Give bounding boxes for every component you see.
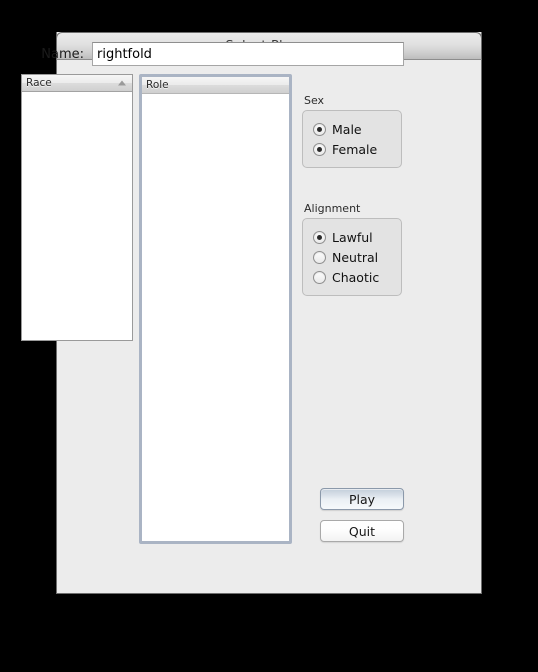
sex-group-box: Male Female bbox=[302, 110, 402, 168]
radio-chaotic-label: Chaotic bbox=[332, 269, 380, 285]
quit-button[interactable]: Quit bbox=[320, 520, 404, 542]
radio-neutral-icon[interactable] bbox=[313, 250, 326, 264]
radio-option-neutral[interactable]: Neutral bbox=[313, 247, 391, 267]
radio-lawful-label: Lawful bbox=[332, 229, 373, 245]
alignment-group-box: Lawful Neutral Chaotic bbox=[302, 218, 402, 296]
radio-female-label: Female bbox=[332, 141, 378, 157]
role-column-header[interactable]: Role bbox=[142, 77, 289, 94]
radio-chaotic-icon[interactable] bbox=[313, 270, 326, 284]
race-column-header-label: Race bbox=[26, 77, 52, 89]
radio-female-icon[interactable] bbox=[313, 142, 326, 156]
radio-option-lawful[interactable]: Lawful bbox=[313, 227, 391, 247]
radio-male-icon[interactable] bbox=[313, 122, 326, 136]
radio-option-chaotic[interactable]: Chaotic bbox=[313, 267, 391, 287]
role-list-body[interactable] bbox=[142, 94, 289, 541]
sex-group-caption: Sex bbox=[304, 94, 325, 107]
radio-neutral-label: Neutral bbox=[332, 249, 379, 265]
role-column-header-label: Role bbox=[146, 79, 169, 91]
race-list[interactable]: Race bbox=[21, 74, 133, 341]
race-column-header[interactable]: Race bbox=[22, 75, 132, 92]
radio-male-label: Male bbox=[332, 121, 362, 137]
alignment-group-caption: Alignment bbox=[304, 202, 361, 215]
radio-lawful-icon[interactable] bbox=[313, 230, 326, 244]
play-button[interactable]: Play bbox=[320, 488, 404, 510]
radio-option-female[interactable]: Female bbox=[313, 139, 391, 159]
name-row: Name: bbox=[22, 41, 404, 67]
alignment-group: Alignment Lawful Neutral Chaotic bbox=[302, 202, 402, 296]
name-input[interactable] bbox=[92, 42, 404, 66]
sex-group: Sex Male Female bbox=[302, 94, 402, 168]
race-list-body[interactable] bbox=[22, 92, 132, 340]
name-label: Name: bbox=[41, 46, 84, 62]
sort-ascending-icon bbox=[118, 80, 126, 86]
radio-option-male[interactable]: Male bbox=[313, 119, 391, 139]
role-list[interactable]: Role bbox=[139, 74, 292, 544]
